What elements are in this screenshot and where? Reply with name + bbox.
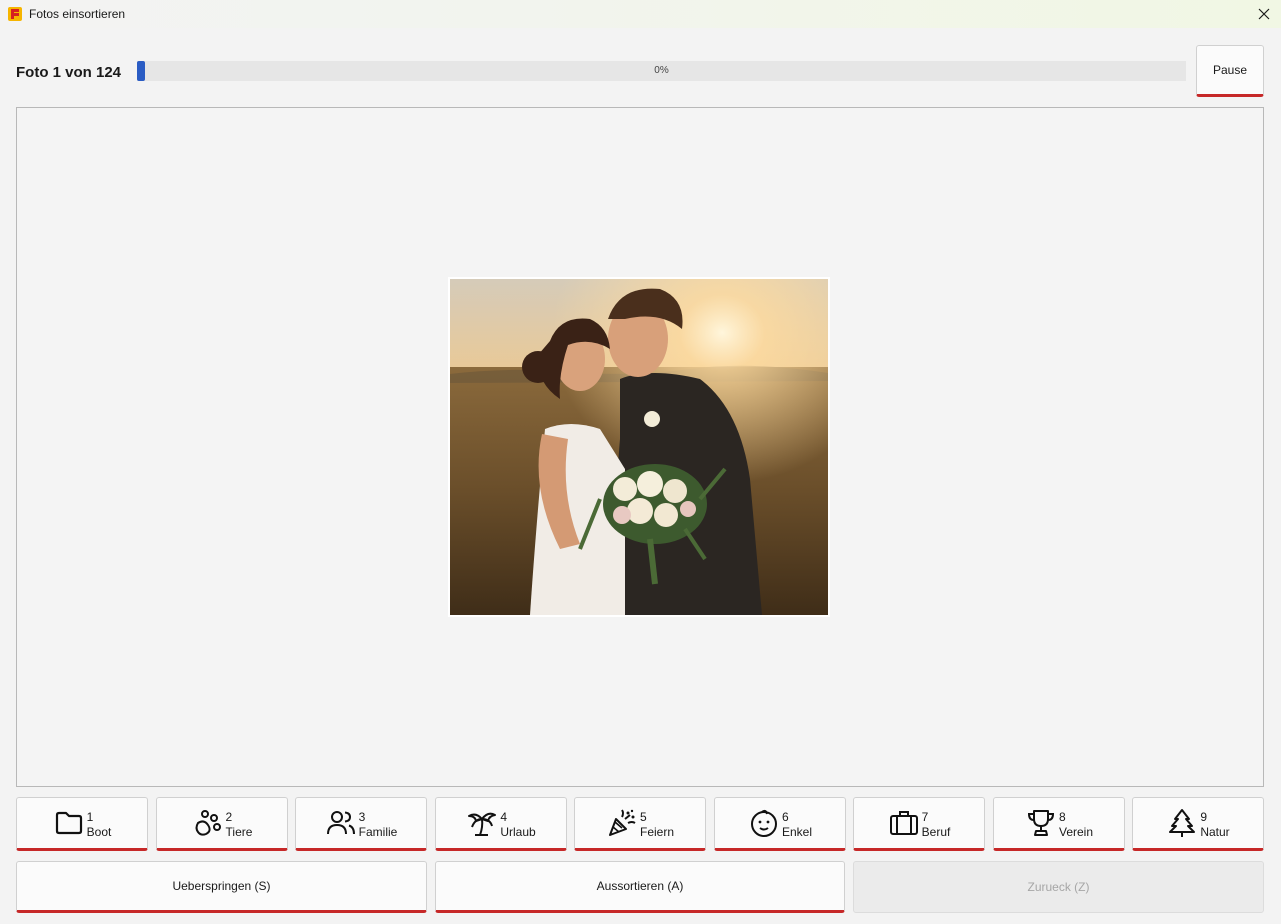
users-icon (326, 811, 355, 835)
close-button[interactable] (1247, 0, 1281, 28)
baby-face-icon (750, 809, 777, 837)
paw-icon (195, 810, 221, 836)
category-button-feiern[interactable]: 5 Feiern (574, 797, 706, 851)
app-logo-icon (8, 7, 22, 21)
party-popper-icon (608, 809, 636, 836)
category-number: 8 (1058, 810, 1066, 824)
close-icon (1258, 8, 1270, 20)
skip-button[interactable]: Ueberspringen (S) (16, 861, 427, 913)
category-number: 5 (639, 810, 647, 824)
discard-button[interactable]: Aussortieren (A) (435, 861, 845, 913)
trophy-icon (1027, 810, 1054, 836)
category-label: Verein (1058, 825, 1094, 839)
tree-icon (1169, 809, 1196, 837)
category-label: Boot (86, 825, 112, 839)
category-number: 4 (500, 810, 507, 824)
category-button-boot[interactable]: 1 Boot (16, 797, 148, 851)
category-number: 9 (1200, 810, 1208, 824)
category-number: 6 (781, 810, 789, 824)
category-number: 1 (86, 810, 94, 824)
progress-percent: 0% (654, 65, 669, 76)
title-bar: Fotos einsortieren (0, 0, 1281, 28)
category-button-enkel[interactable]: 6 Enkel (714, 797, 846, 851)
category-button-urlaub[interactable]: 4 Urlaub (435, 797, 567, 851)
category-label: Familie (358, 825, 398, 839)
folder-icon (55, 811, 82, 835)
category-number: 7 (921, 810, 929, 824)
palm-tree-icon (468, 812, 497, 836)
category-button-natur[interactable]: 9 Natur (1132, 797, 1264, 851)
category-label: Natur (1200, 825, 1230, 839)
progress-label: Foto 1 von 124 (16, 64, 122, 81)
category-button-familie[interactable]: 3 Familie (295, 797, 427, 851)
category-label: Enkel (781, 825, 813, 839)
category-button-tiere[interactable]: 2 Tiere (156, 797, 288, 851)
category-label: Tiere (225, 825, 253, 839)
wedding-couple-photo (448, 277, 830, 617)
pause-button[interactable]: Pause (1196, 45, 1264, 97)
back-button[interactable]: Zurueck (Z) (853, 861, 1264, 913)
photo-viewer (16, 107, 1264, 787)
briefcase-icon (889, 811, 918, 835)
category-number: 3 (358, 810, 366, 824)
category-label: Feiern (639, 825, 674, 839)
category-button-beruf[interactable]: 7 Beruf (853, 797, 985, 851)
category-label: Urlaub (500, 825, 536, 839)
progress-bar: 0% (137, 61, 1186, 81)
category-label: Beruf (921, 825, 951, 839)
window-title: Fotos einsortieren (29, 7, 126, 21)
category-button-verein[interactable]: 8 Verein (993, 797, 1125, 851)
category-number: 2 (225, 810, 233, 824)
